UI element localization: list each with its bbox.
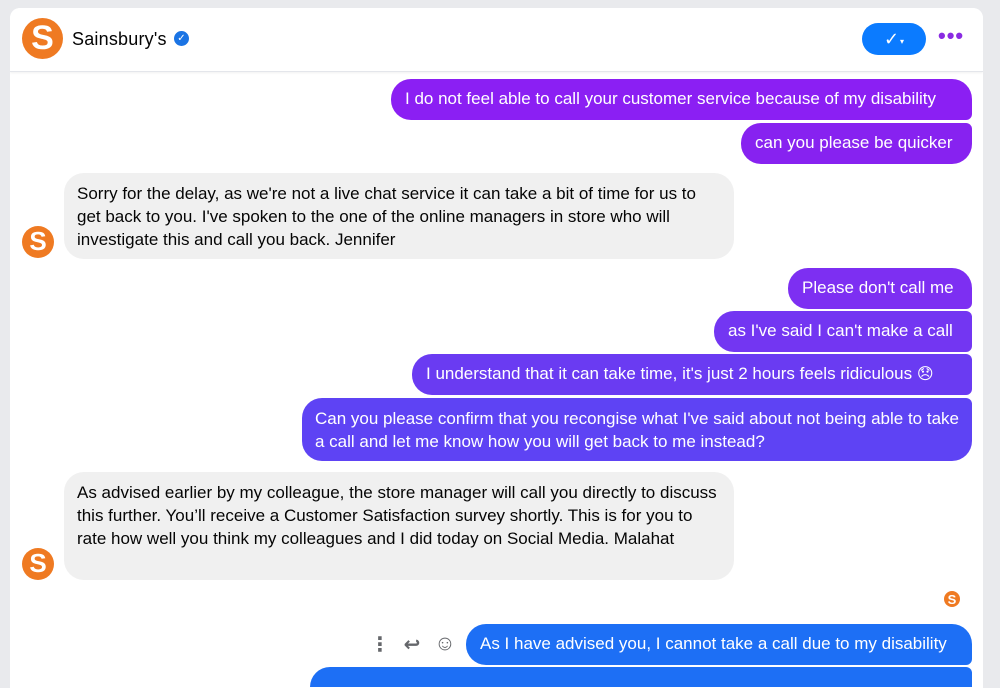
- seen-indicator-avatar: S: [944, 591, 960, 607]
- sainsburys-logo-icon: S: [29, 548, 47, 578]
- sainsburys-logo-icon: S: [947, 591, 957, 607]
- message-text: can you please be quicker: [755, 133, 953, 152]
- contact-name[interactable]: Sainsbury's: [72, 29, 167, 50]
- message-text: Can you please confirm that you recongis…: [315, 409, 959, 451]
- incoming-message[interactable]: As advised earlier by my colleague, the …: [64, 472, 734, 580]
- sainsburys-logo-icon: S: [31, 18, 54, 57]
- outgoing-message[interactable]: I do not feel able to call your customer…: [391, 79, 972, 120]
- reply-icon[interactable]: ↩: [398, 632, 426, 656]
- mark-done-button[interactable]: ✓ ▾: [862, 23, 926, 55]
- verified-badge-icon: ✓: [174, 31, 189, 46]
- outgoing-message[interactable]: can you please be quicker: [741, 123, 972, 164]
- sainsburys-logo-icon: S: [29, 226, 47, 256]
- outgoing-message[interactable]: I understand that it can take time, it's…: [412, 354, 972, 395]
- next-message-edge: [310, 667, 972, 687]
- sender-avatar: S: [22, 226, 54, 258]
- chat-header: S Sainsbury's ✓ ✓ ▾ •••: [10, 8, 983, 72]
- message-text: I do not feel able to call your customer…: [405, 89, 937, 108]
- more-actions-icon[interactable]: ⋮: [370, 632, 390, 656]
- message-text: I understand that it can take time, it's…: [426, 364, 913, 383]
- react-icon[interactable]: ☺: [432, 632, 458, 656]
- disappointed-face-icon: 😞: [916, 364, 934, 383]
- message-text: As I have advised you, I cannot take a c…: [480, 634, 947, 653]
- sender-avatar: S: [22, 548, 54, 580]
- outgoing-message[interactable]: as I've said I can't make a call: [714, 311, 972, 352]
- message-text: Please don't call me: [802, 278, 954, 297]
- incoming-message[interactable]: Sorry for the delay, as we're not a live…: [64, 173, 734, 259]
- chat-window: S Sainsbury's ✓ ✓ ▾ ••• I do not feel ab…: [10, 8, 983, 688]
- chevron-down-icon: ▾: [900, 36, 905, 46]
- outgoing-message[interactable]: Please don't call me: [788, 268, 972, 309]
- more-options-icon[interactable]: •••: [938, 25, 964, 51]
- contact-avatar[interactable]: S: [22, 18, 63, 59]
- message-text: as I've said I can't make a call: [728, 321, 953, 340]
- message-text: Sorry for the delay, as we're not a live…: [77, 184, 696, 249]
- outgoing-message[interactable]: As I have advised you, I cannot take a c…: [466, 624, 972, 665]
- outgoing-message[interactable]: Can you please confirm that you recongis…: [302, 398, 972, 461]
- checkmark-icon: ✓: [883, 28, 900, 49]
- message-text: As advised earlier by my colleague, the …: [77, 483, 717, 548]
